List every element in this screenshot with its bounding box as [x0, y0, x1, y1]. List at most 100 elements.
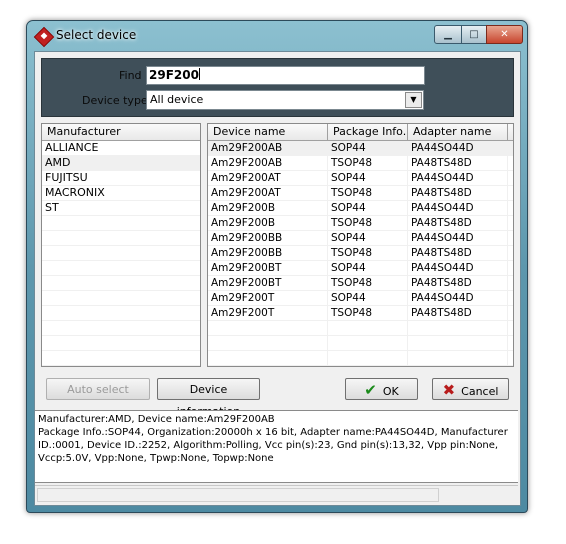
ok-button[interactable]: ✔ OK [345, 378, 418, 400]
minimize-button[interactable]: ▁ [434, 25, 462, 44]
column-header-device-name[interactable]: Device name [208, 124, 328, 140]
table-cell: TSOP48 [328, 306, 408, 320]
table-cell: SOP44 [328, 261, 408, 275]
table-row[interactable]: Am29F200B TSOP48 PA48TS48D [208, 216, 513, 231]
empty-cell [208, 336, 328, 350]
find-input[interactable]: 29F200 [146, 66, 425, 85]
table-cell: SOP44 [328, 201, 408, 215]
details-line: Package Info.:SOP44, Organization:20000h… [38, 427, 508, 438]
empty-row [208, 321, 513, 336]
empty-cell [328, 351, 408, 365]
table-cell: PA48TS48D [408, 216, 508, 230]
title-bar[interactable]: Select device ▁ □ ✕ [27, 21, 527, 49]
search-panel: Find 29F200 Device type All device ▼ [41, 58, 514, 117]
app-icon [33, 26, 55, 48]
device-type-value: All device [150, 93, 204, 106]
table-cell: SOP44 [328, 141, 408, 155]
empty-cell [408, 321, 508, 335]
empty-cell [408, 351, 508, 365]
empty-cell [328, 366, 408, 367]
checkmark-icon: ✔ [364, 381, 377, 399]
empty-cell [328, 321, 408, 335]
table-cell: Am29F200AT [208, 186, 328, 200]
close-icon: ✕ [500, 29, 509, 40]
manufacturer-list[interactable]: Manufacturer ALLIANCE AMD FUJITSU MACRONIX S… [41, 123, 201, 367]
maximize-icon: □ [469, 29, 479, 40]
table-cell: PA44SO44D [408, 171, 508, 185]
empty-row [42, 351, 200, 366]
table-cell: TSOP48 [328, 216, 408, 230]
auto-select-button[interactable]: Auto select [46, 378, 150, 400]
table-row[interactable]: Am29F200B SOP44 PA44SO44D [208, 201, 513, 216]
table-row[interactable]: Am29F200BT SOP44 PA44SO44D [208, 261, 513, 276]
table-row[interactable]: Am29F200BB SOP44 PA44SO44D [208, 231, 513, 246]
table-cell: Am29F200T [208, 291, 328, 305]
empty-row [208, 366, 513, 367]
empty-row [42, 291, 200, 306]
device-type-label: Device type [82, 94, 148, 107]
table-cell: Am29F200T [208, 306, 328, 320]
table-cell: Am29F200AB [208, 156, 328, 170]
list-item[interactable]: ALLIANCE [42, 141, 200, 156]
table-cell: PA44SO44D [408, 231, 508, 245]
empty-row [42, 276, 200, 291]
empty-cell [408, 336, 508, 350]
table-cell: PA48TS48D [408, 186, 508, 200]
manufacturer-column-header[interactable]: Manufacturer [42, 124, 200, 141]
device-type-select[interactable]: All device ▼ [146, 90, 424, 110]
status-panel [37, 488, 439, 502]
table-cell: Am29F200B [208, 201, 328, 215]
table-cell: PA48TS48D [408, 276, 508, 290]
list-item[interactable]: FUJITSU [42, 171, 200, 186]
table-cell: TSOP48 [328, 156, 408, 170]
cancel-button[interactable]: ✖ Cancel [432, 378, 509, 400]
table-cell: PA44SO44D [408, 201, 508, 215]
cross-icon: ✖ [442, 381, 456, 399]
table-cell: PA48TS48D [408, 306, 508, 320]
column-header-package-info[interactable]: Package Info. [328, 124, 408, 140]
table-row[interactable]: Am29F200AT TSOP48 PA48TS48D [208, 186, 513, 201]
cancel-label: Cancel [461, 385, 499, 398]
empty-row [42, 336, 200, 351]
empty-row [42, 216, 200, 231]
table-cell: SOP44 [328, 171, 408, 185]
table-cell: SOP44 [328, 291, 408, 305]
empty-cell [208, 321, 328, 335]
maximize-button[interactable]: □ [461, 25, 487, 44]
status-bar [35, 485, 518, 504]
table-cell: Am29F200B [208, 216, 328, 230]
empty-row [42, 231, 200, 246]
table-cell: PA48TS48D [408, 246, 508, 260]
empty-row [208, 351, 513, 366]
find-input-value: 29F200 [149, 68, 199, 82]
table-row[interactable]: Am29F200BB TSOP48 PA48TS48D [208, 246, 513, 261]
empty-cell [408, 366, 508, 367]
table-row[interactable]: Am29F200AB SOP44 PA44SO44D [208, 141, 513, 156]
list-item[interactable]: AMD [42, 156, 200, 171]
table-row[interactable]: Am29F200BT TSOP48 PA48TS48D [208, 276, 513, 291]
table-row[interactable]: Am29F200T SOP44 PA44SO44D [208, 291, 513, 306]
empty-cell [208, 366, 328, 367]
window-title: Select device [56, 28, 137, 42]
list-item[interactable]: MACRONIX [42, 186, 200, 201]
close-button[interactable]: ✕ [486, 25, 523, 44]
list-item[interactable]: ST [42, 201, 200, 216]
table-cell: Am29F200AT [208, 171, 328, 185]
manufacturer-items: ALLIANCE AMD FUJITSU MACRONIX ST [42, 141, 200, 366]
table-row[interactable]: Am29F200T TSOP48 PA48TS48D [208, 306, 513, 321]
device-information-button[interactable]: Device information [157, 378, 260, 418]
chevron-down-icon[interactable]: ▼ [405, 92, 422, 108]
table-cell: TSOP48 [328, 186, 408, 200]
table-cell: TSOP48 [328, 276, 408, 290]
find-label: Find [119, 69, 142, 82]
table-row[interactable]: Am29F200AB TSOP48 PA48TS48D [208, 156, 513, 171]
column-header-adapter-name[interactable]: Adapter name [408, 124, 508, 140]
details-line: Vccp:5.0V, Vpp:None, Tpwp:None, Topwp:No… [38, 453, 274, 464]
empty-row [42, 321, 200, 336]
device-list-header: Device name Package Info. Adapter name [208, 124, 513, 141]
minimize-icon: ▁ [444, 29, 452, 40]
device-details-text: Manufacturer:AMD, Device name:Am29F200AB… [35, 410, 518, 483]
table-cell: PA44SO44D [408, 261, 508, 275]
table-row[interactable]: Am29F200AT SOP44 PA44SO44D [208, 171, 513, 186]
device-list[interactable]: Device name Package Info. Adapter name A… [207, 123, 514, 367]
